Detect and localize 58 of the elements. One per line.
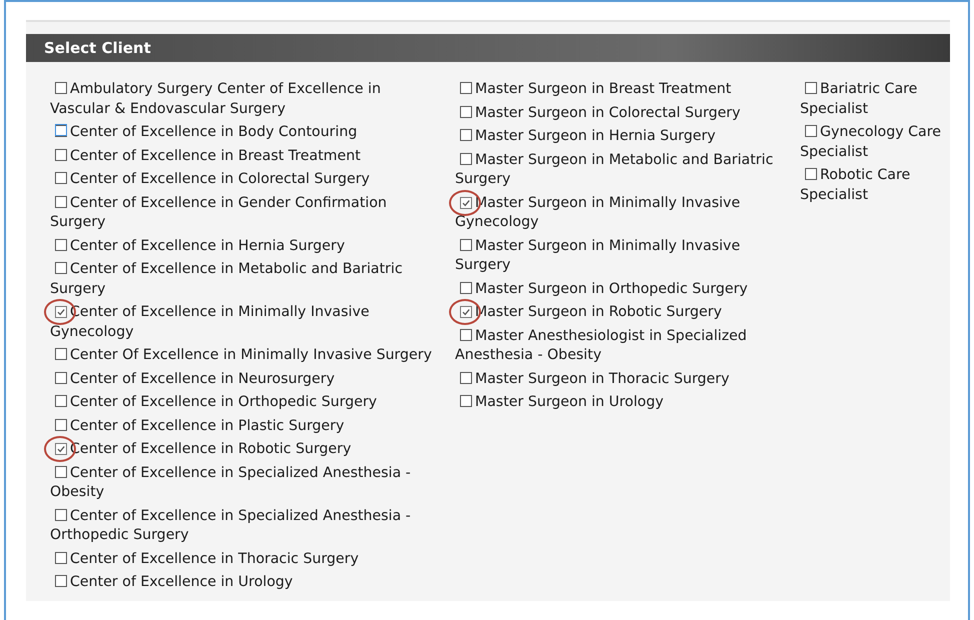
checkbox[interactable] xyxy=(460,372,472,384)
checkbox-option[interactable]: Center of Excellence in Breast Treatment xyxy=(50,146,445,166)
checkbox[interactable] xyxy=(55,508,67,520)
checkbox-option[interactable]: Center of Excellence in Colorectal Surgery xyxy=(50,170,445,190)
checkbox-option[interactable]: Master Surgeon in Urology xyxy=(455,393,790,412)
checkbox-option[interactable]: Bariatric Care Specialist xyxy=(800,80,950,119)
checkbox-option[interactable]: Center of Excellence in Thoracic Surgery xyxy=(50,550,445,569)
checkbox-option[interactable]: Center of Excellence in Specialized Anesthesia - Obesity xyxy=(50,464,445,502)
checkbox[interactable] xyxy=(805,168,817,180)
checkbox[interactable] xyxy=(460,328,472,340)
checkbox[interactable] xyxy=(55,348,67,360)
checkbox-option[interactable]: Gynecology Care Specialist xyxy=(800,123,950,162)
checkbox[interactable] xyxy=(55,395,67,407)
checkbox-option[interactable]: Center of Excellence in Gender Confirmation Surgery xyxy=(50,194,445,232)
checkbox[interactable] xyxy=(55,552,67,564)
checkbox[interactable] xyxy=(55,372,67,384)
checkbox-option[interactable]: Center of Excellence in Neurosurgery xyxy=(50,370,445,389)
checkbox[interactable] xyxy=(460,238,472,250)
checkbox[interactable] xyxy=(55,82,67,94)
checkbox[interactable] xyxy=(460,196,472,208)
checkbox-option[interactable]: Master Surgeon in Metabolic and Bariatric Surgery xyxy=(455,150,790,190)
checkbox-option[interactable]: Center of Excellence in Metabolic and Bariatric Surgery xyxy=(50,260,445,299)
checkbox-option[interactable]: Master Surgeon in Minimally Invasive Surgery xyxy=(455,236,790,276)
checkbox[interactable] xyxy=(55,262,67,274)
checkbox[interactable] xyxy=(55,148,67,160)
checkbox[interactable] xyxy=(460,82,472,94)
checkbox-option[interactable]: Master Surgeon in Colorectal Surgery xyxy=(455,104,790,123)
checkbox-option[interactable]: Master Surgeon in Orthopedic Surgery xyxy=(455,280,790,299)
checkbox-option[interactable]: Master Surgeon in Hernia Surgery xyxy=(455,127,790,146)
checkbox-option[interactable]: Center of Excellence in Body Contouring xyxy=(50,123,445,142)
checkbox-option[interactable]: Center of Excellence in Hernia Surgery xyxy=(50,236,445,256)
checkbox-option[interactable]: Center of Excellence in Plastic Surgery xyxy=(50,416,445,436)
checkbox[interactable] xyxy=(55,172,67,184)
checkbox[interactable] xyxy=(460,306,472,318)
checkbox-option[interactable]: Master Surgeon in Breast Treatment xyxy=(455,80,790,100)
panel-title: Select Client xyxy=(44,39,151,57)
checkbox[interactable] xyxy=(55,306,67,318)
checkbox-option[interactable]: Center of Excellence in Specialized Anesthesia - Orthopedic Surgery xyxy=(50,506,445,546)
checkbox[interactable] xyxy=(460,395,472,407)
checkbox[interactable] xyxy=(55,466,67,478)
checkbox[interactable] xyxy=(55,443,67,455)
checkbox[interactable] xyxy=(460,129,472,141)
checkbox-option[interactable]: Master Anesthesiologist in Specialized Anesthesia - Obesity xyxy=(455,326,790,366)
checkbox[interactable] xyxy=(55,575,67,587)
checkbox-option[interactable]: Ambulatory Surgery Center of Excellence in Vascular & Endovascular Surgery xyxy=(50,80,445,119)
checkbox[interactable] xyxy=(805,82,817,94)
checkbox[interactable] xyxy=(805,125,817,137)
checkbox[interactable] xyxy=(460,106,472,118)
checkbox-option[interactable]: Center of Excellence in Urology xyxy=(50,573,445,592)
checkbox[interactable] xyxy=(460,282,472,294)
checkbox[interactable] xyxy=(55,196,67,208)
checkbox-option[interactable]: Center Of Excellence in Minimally Invasive Surgery xyxy=(50,346,445,366)
checkbox[interactable] xyxy=(55,238,67,250)
checkbox[interactable] xyxy=(460,152,472,164)
checkbox[interactable] xyxy=(55,418,67,430)
checkbox-option[interactable]: Master Surgeon in Thoracic Surgery xyxy=(455,370,790,389)
checkbox-option[interactable]: Robotic Care Specialist xyxy=(800,166,950,205)
checkbox-option[interactable]: Center of Excellence in Orthopedic Surgery xyxy=(50,393,445,412)
